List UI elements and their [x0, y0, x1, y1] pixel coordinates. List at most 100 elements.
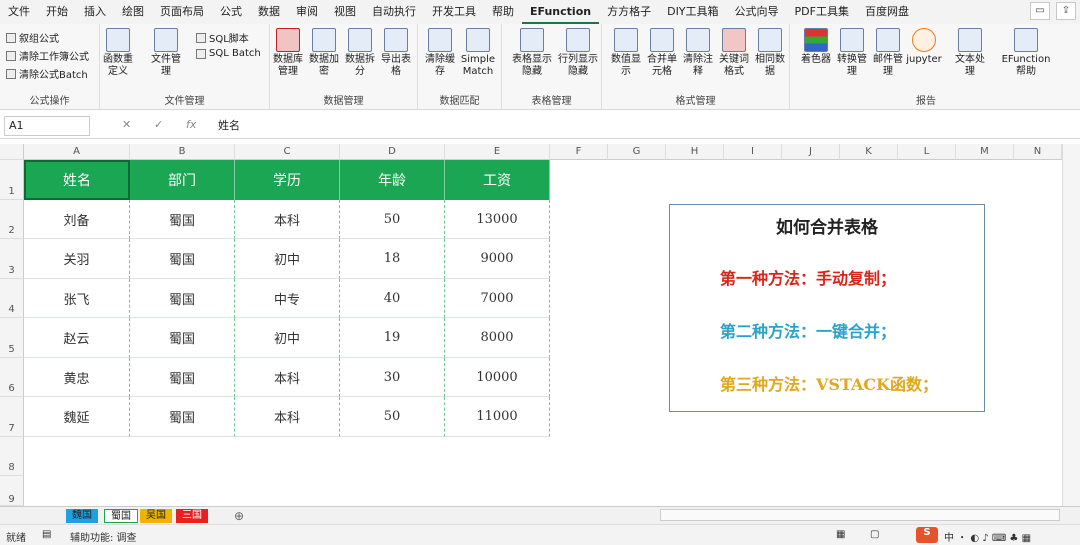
accessibility-status[interactable]: 辅助功能: 调查 — [70, 529, 137, 544]
row-header[interactable]: 4 — [0, 279, 24, 318]
clear-comments-button[interactable]: 清除注释 — [680, 28, 716, 78]
clear-formula-batch-button[interactable]: 清除公式Batch — [6, 66, 88, 81]
table-cell[interactable]: 蜀国 — [130, 397, 235, 437]
export-table-button[interactable]: 导出表格 — [378, 28, 414, 78]
convert-manager-button[interactable]: 转换管理 — [834, 28, 870, 78]
table-cell[interactable]: 10000 — [445, 358, 550, 397]
sheet-tab-shu[interactable]: 蜀国 — [104, 509, 138, 523]
row-header[interactable]: 5 — [0, 318, 24, 358]
table-cell[interactable]: 本科 — [235, 200, 340, 239]
menu-automate[interactable]: 自动执行 — [364, 0, 424, 24]
row-header[interactable]: 1 — [0, 160, 24, 200]
col-header[interactable]: F — [550, 144, 608, 160]
colorizer-button[interactable]: 着色器 — [798, 28, 834, 66]
menu-formulas[interactable]: 公式 — [212, 0, 250, 24]
row-col-show-hide-button[interactable]: 行列显示隐藏 — [556, 28, 600, 78]
menu-review[interactable]: 审阅 — [288, 0, 326, 24]
row-header[interactable]: 9 — [0, 476, 24, 506]
confirm-icon[interactable]: ✓ — [154, 118, 163, 131]
col-header[interactable]: L — [898, 144, 956, 160]
file-manager-button[interactable]: 文件管理 — [148, 28, 184, 78]
sheet-tab-sanguo[interactable]: 三国 — [176, 509, 208, 523]
table-cell[interactable]: 蜀国 — [130, 200, 235, 239]
col-header[interactable]: G — [608, 144, 666, 160]
table-cell[interactable]: 魏延 — [24, 397, 130, 437]
col-header[interactable]: K — [840, 144, 898, 160]
table-cell[interactable]: 初中 — [235, 318, 340, 358]
mail-manager-button[interactable]: 邮件管理 — [870, 28, 906, 78]
menu-formula-wizard[interactable]: 公式向导 — [727, 0, 787, 24]
col-header[interactable]: C — [235, 144, 340, 160]
fx-icon[interactable]: fx — [186, 118, 196, 131]
table-cell[interactable]: 蜀国 — [130, 279, 235, 318]
row-header[interactable]: 6 — [0, 358, 24, 397]
normal-view-icon[interactable]: ▦ — [836, 529, 845, 540]
data-encrypt-button[interactable]: 数据加密 — [306, 28, 342, 78]
keyword-format-button[interactable]: 关键词格式 — [716, 28, 752, 78]
table-cell[interactable]: 张飞 — [24, 279, 130, 318]
table-cell[interactable]: 蜀国 — [130, 358, 235, 397]
function-redefine-button[interactable]: 函数重定义 — [100, 28, 136, 78]
table-cell[interactable]: 赵云 — [24, 318, 130, 358]
sheet-tab-wu[interactable]: 吴国 — [140, 509, 172, 523]
menu-view[interactable]: 视图 — [326, 0, 364, 24]
horizontal-scrollbar[interactable] — [660, 509, 1060, 521]
table-cell[interactable]: 19 — [340, 318, 445, 358]
row-header[interactable]: 7 — [0, 397, 24, 437]
table-cell[interactable]: 本科 — [235, 397, 340, 437]
value-display-button[interactable]: 数值显示 — [608, 28, 644, 78]
menu-page-layout[interactable]: 页面布局 — [152, 0, 212, 24]
clear-workbook-formula-button[interactable]: 清除工作簿公式 — [6, 48, 89, 63]
table-cell[interactable]: 8000 — [445, 318, 550, 358]
table-cell[interactable]: 11000 — [445, 397, 550, 437]
menu-draw[interactable]: 绘图 — [114, 0, 152, 24]
menu-pdf[interactable]: PDF工具集 — [787, 0, 857, 24]
sheet-tab-wei[interactable]: 魏国 — [66, 509, 98, 523]
macro-record-icon[interactable]: ▤ — [42, 529, 51, 540]
menu-baidu[interactable]: 百度网盘 — [857, 0, 917, 24]
table-cell[interactable]: 中专 — [235, 279, 340, 318]
menu-file[interactable]: 文件 — [0, 0, 38, 24]
col-header[interactable]: A — [24, 144, 130, 160]
data-split-button[interactable]: 数据拆分 — [342, 28, 378, 78]
col-header[interactable]: D — [340, 144, 445, 160]
select-all-corner[interactable] — [0, 144, 24, 160]
row-header[interactable]: 2 — [0, 200, 24, 239]
table-cell[interactable]: 7000 — [445, 279, 550, 318]
menu-developer[interactable]: 开发工具 — [424, 0, 484, 24]
name-box[interactable]: A1 — [4, 116, 90, 136]
sql-batch-button[interactable]: SQL Batch — [196, 48, 261, 59]
cancel-icon[interactable]: ✕ — [122, 118, 131, 131]
menu-efunction[interactable]: EFunction — [522, 0, 600, 24]
menu-help[interactable]: 帮助 — [484, 0, 522, 24]
clear-cache-button[interactable]: 清除缓存 — [422, 28, 458, 78]
menu-insert[interactable]: 插入 — [76, 0, 114, 24]
text-process-button[interactable]: 文本处理 — [952, 28, 988, 78]
database-manager-button[interactable]: 数据库管理 — [270, 28, 306, 78]
header-cell-name[interactable]: 姓名 — [24, 160, 130, 200]
info-textbox[interactable]: 如何合并表格 第一种方法：手动复制； 第二种方法：一键合并； 第三种方法：VST… — [669, 204, 985, 412]
formula-input[interactable]: 姓名 — [218, 117, 240, 133]
vertical-scrollbar[interactable] — [1062, 144, 1080, 506]
header-cell-dept[interactable]: 部门 — [130, 160, 235, 200]
share-icon[interactable]: ⇪ — [1056, 2, 1076, 20]
row-header[interactable]: 8 — [0, 437, 24, 476]
sql-script-button[interactable]: SQL脚本 — [196, 30, 249, 45]
col-header[interactable]: I — [724, 144, 782, 160]
col-header[interactable]: N — [1014, 144, 1062, 160]
ime-mode-icon[interactable]: 中 ・ ◐ ♪ ⌨ ♣ ▦ — [944, 529, 1031, 544]
table-cell[interactable]: 刘备 — [24, 200, 130, 239]
table-cell[interactable]: 13000 — [445, 200, 550, 239]
col-header[interactable]: B — [130, 144, 235, 160]
table-cell[interactable]: 本科 — [235, 358, 340, 397]
merge-cells-button[interactable]: 合并单元格 — [644, 28, 680, 78]
table-cell[interactable]: 黄忠 — [24, 358, 130, 397]
table-cell[interactable]: 初中 — [235, 239, 340, 279]
add-sheet-icon[interactable]: ⊕ — [228, 509, 250, 523]
same-data-button[interactable]: 相同数据 — [752, 28, 788, 78]
col-header[interactable]: E — [445, 144, 550, 160]
page-layout-icon[interactable]: ▢ — [870, 529, 879, 540]
header-cell-age[interactable]: 年龄 — [340, 160, 445, 200]
table-cell[interactable]: 50 — [340, 200, 445, 239]
col-header[interactable]: M — [956, 144, 1014, 160]
